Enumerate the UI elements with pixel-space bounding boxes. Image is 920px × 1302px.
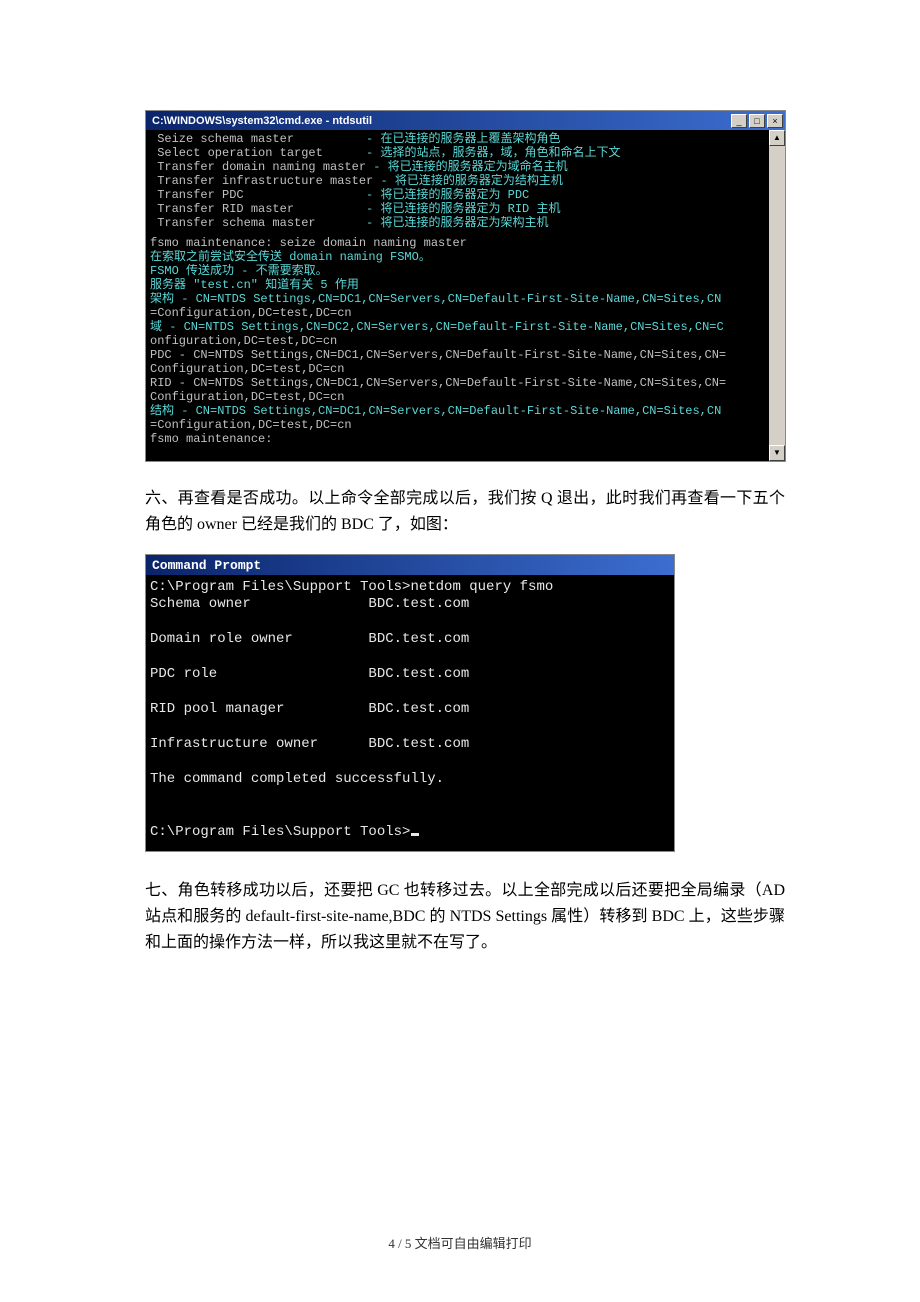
console-line: Transfer schema master - 将已连接的服务器定为架构主机	[150, 216, 785, 230]
console-line	[150, 718, 668, 736]
console-line	[150, 683, 668, 701]
window-title: Command Prompt	[152, 558, 261, 573]
console-line	[150, 648, 668, 666]
console-output: C:\Program Files\Support Tools>netdom qu…	[150, 579, 668, 824]
console-line	[150, 806, 668, 824]
scroll-down-button[interactable]: ▼	[769, 445, 785, 461]
console-line: PDC - CN=NTDS Settings,CN=DC1,CN=Servers…	[150, 348, 785, 362]
console-line: 结构 - CN=NTDS Settings,CN=DC1,CN=Servers,…	[150, 404, 785, 418]
console-body: C:\Program Files\Support Tools>netdom qu…	[146, 575, 674, 851]
console-prompt-line: C:\Program Files\Support Tools>	[150, 824, 668, 841]
console-line: Infrastructure owner BDC.test.com	[150, 736, 668, 753]
console-line: FSMO 传送成功 - 不需要索取。	[150, 264, 785, 278]
minimize-button[interactable]: _	[731, 114, 747, 128]
console-line	[150, 788, 668, 806]
console-line: 域 - CN=NTDS Settings,CN=DC2,CN=Servers,C…	[150, 320, 785, 334]
console-line: Select operation target - 选择的站点，服务器，域，角色…	[150, 146, 785, 160]
console-line: RID pool manager BDC.test.com	[150, 701, 668, 718]
console-line: Seize schema master - 在已连接的服务器上覆盖架构角色	[150, 132, 785, 146]
console-line: The command completed successfully.	[150, 771, 668, 788]
console-line: Configuration,DC=test,DC=cn	[150, 390, 785, 404]
window-buttons: _ □ ×	[731, 114, 783, 128]
console-line: =Configuration,DC=test,DC=cn	[150, 306, 785, 320]
console-line: Domain role owner BDC.test.com	[150, 631, 668, 648]
console-line: C:\Program Files\Support Tools>netdom qu…	[150, 579, 668, 596]
console-line: Transfer RID master - 将已连接的服务器定为 RID 主机	[150, 202, 785, 216]
cursor-icon	[411, 833, 419, 836]
console-line: fsmo maintenance:	[150, 432, 785, 446]
console-line: Schema owner BDC.test.com	[150, 596, 668, 613]
console-line: Transfer PDC - 将已连接的服务器定为 PDC	[150, 188, 785, 202]
maximize-button[interactable]: □	[749, 114, 765, 128]
console-line	[150, 613, 668, 631]
console-line: Transfer domain naming master - 将已连接的服务器…	[150, 160, 785, 174]
vertical-scrollbar[interactable]: ▲ ▼	[769, 130, 785, 461]
console-line: fsmo maintenance: seize domain naming ma…	[150, 236, 785, 250]
console-line: Configuration,DC=test,DC=cn	[150, 362, 785, 376]
ntdsutil-console-window: C:\WINDOWS\system32\cmd.exe - ntdsutil _…	[145, 110, 786, 462]
console-line	[150, 753, 668, 771]
console-line: 架构 - CN=NTDS Settings,CN=DC1,CN=Servers,…	[150, 292, 785, 306]
paragraph-six: 六、再查看是否成功。以上命令全部完成以后，我们按 Q 退出，此时我们再查看一下五…	[145, 486, 785, 538]
window-title: C:\WINDOWS\system32\cmd.exe - ntdsutil	[152, 115, 372, 127]
console-line: 在索取之前尝试安全传送 domain naming FSMO。	[150, 250, 785, 264]
titlebar[interactable]: Command Prompt	[146, 555, 674, 575]
console-line: =Configuration,DC=test,DC=cn	[150, 418, 785, 432]
titlebar[interactable]: C:\WINDOWS\system32\cmd.exe - ntdsutil _…	[146, 111, 785, 130]
command-prompt-window: Command Prompt C:\Program Files\Support …	[145, 554, 675, 852]
console-output-top: Seize schema master - 在已连接的服务器上覆盖架构角色 Se…	[150, 132, 785, 230]
console-line: 服务器 "test.cn" 知道有关 5 作用	[150, 278, 785, 292]
console-line: RID - CN=NTDS Settings,CN=DC1,CN=Servers…	[150, 376, 785, 390]
close-button[interactable]: ×	[767, 114, 783, 128]
console-output-bottom: fsmo maintenance: seize domain naming ma…	[150, 236, 785, 446]
console-line: PDC role BDC.test.com	[150, 666, 668, 683]
scroll-up-button[interactable]: ▲	[769, 130, 785, 146]
paragraph-seven: 七、角色转移成功以后，还要把 GC 也转移过去。以上全部完成以后还要把全局编录（…	[145, 878, 785, 956]
console-line: onfiguration,DC=test,DC=cn	[150, 334, 785, 348]
console-body: ▲ ▼ Seize schema master - 在已连接的服务器上覆盖架构角…	[146, 130, 785, 461]
page-footer: 4 / 5 文档可自由编辑打印	[0, 1233, 920, 1252]
console-line: Transfer infrastructure master - 将已连接的服务…	[150, 174, 785, 188]
